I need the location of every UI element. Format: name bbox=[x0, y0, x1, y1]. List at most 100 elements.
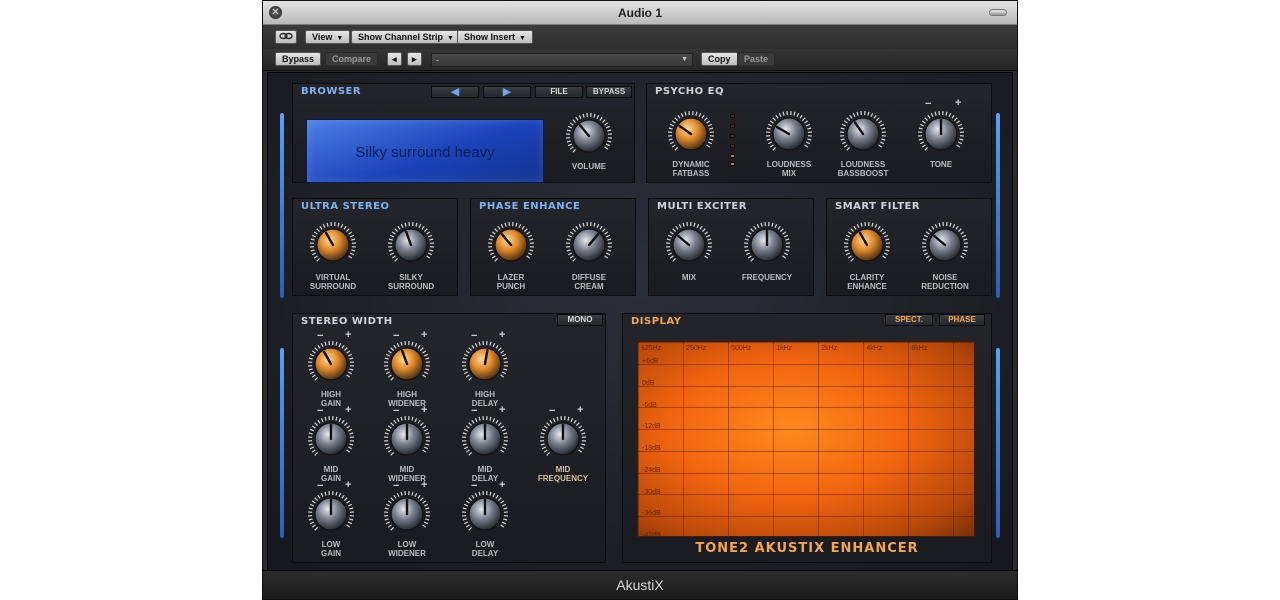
next-preset-button[interactable]: ▸ bbox=[407, 52, 422, 66]
left-upper-slider[interactable] bbox=[280, 113, 284, 298]
compare-button[interactable]: Compare bbox=[325, 52, 379, 66]
mid-gain-knob[interactable] bbox=[307, 415, 355, 463]
high-delay-knob[interactable] bbox=[461, 340, 509, 388]
right-upper-slider[interactable] bbox=[996, 113, 1000, 298]
dynamic-fatbass-knob[interactable] bbox=[667, 110, 715, 158]
dynamic-fatbass-label: DYNAMIC FATBASS bbox=[651, 160, 731, 178]
preset-select[interactable]: - ▼ bbox=[431, 53, 693, 67]
exciter-mix-knob[interactable] bbox=[665, 221, 713, 269]
high-gain-knob[interactable] bbox=[307, 340, 355, 388]
frequency-label: 2kHz bbox=[821, 345, 838, 352]
clarity-enhance-label-line2: ENHANCE bbox=[847, 282, 887, 291]
high-delay-label: HIGH DELAY bbox=[445, 390, 525, 408]
multi-exciter-title: MULTI EXCITER bbox=[657, 201, 747, 212]
spectrum-glow bbox=[638, 342, 974, 536]
grid-vline bbox=[863, 342, 865, 536]
frequency-label: 250Hz bbox=[686, 345, 707, 352]
fatbass-led bbox=[730, 114, 735, 118]
noise-reduction-knob[interactable] bbox=[921, 221, 969, 269]
mid-delay-label-line2: DELAY bbox=[471, 474, 499, 483]
plugin-interface: BROWSER ◀ ▶ FILE BYPASS Silky surround h… bbox=[267, 72, 1013, 571]
clarity-enhance-knob[interactable] bbox=[843, 221, 891, 269]
tone-knob[interactable] bbox=[917, 110, 965, 158]
loudness-bassboost-label: LOUDNESS BASSBOOST bbox=[823, 160, 903, 178]
view-menu[interactable]: View ▼ bbox=[305, 30, 351, 44]
lazer-punch-label: LAZER PUNCH bbox=[471, 273, 551, 291]
browser-panel: BROWSER ◀ ▶ FILE BYPASS Silky surround h… bbox=[292, 83, 635, 183]
virtual-surround-label-line2: SURROUND bbox=[309, 282, 357, 291]
dynamic-fatbass-label-line1: DYNAMIC bbox=[672, 160, 710, 169]
exciter-frequency-label: FREQUENCY bbox=[741, 273, 793, 282]
clarity-enhance-label-line1: CLARITY bbox=[849, 273, 885, 282]
toolbar-top: View ▼ Show Channel Strip ▼ Show Insert ▼ bbox=[263, 25, 1017, 49]
mid-frequency-knob[interactable] bbox=[539, 415, 587, 463]
low-delay-knob[interactable] bbox=[461, 490, 509, 538]
high-gain-label: HIGH GAIN bbox=[291, 390, 371, 408]
frequency-label: 1kHz bbox=[776, 345, 793, 352]
fatbass-led bbox=[730, 134, 735, 138]
loudness-mix-knob[interactable] bbox=[765, 110, 813, 158]
browser-back-button[interactable]: ◀ bbox=[431, 86, 479, 98]
left-lower-slider[interactable] bbox=[280, 348, 284, 538]
right-lower-slider[interactable] bbox=[996, 348, 1000, 538]
bypass-button[interactable]: Bypass bbox=[275, 52, 322, 66]
mid-delay-label-line1: MID bbox=[477, 465, 493, 474]
copy-button[interactable]: Copy bbox=[701, 52, 738, 66]
frequency-label: 8kHz bbox=[911, 345, 928, 352]
loudness-bassboost-knob[interactable] bbox=[839, 110, 887, 158]
virtual-surround-knob[interactable] bbox=[309, 221, 357, 269]
toolbar-toggle-button[interactable] bbox=[989, 9, 1007, 16]
stereo-width-title: STEREO WIDTH bbox=[301, 316, 393, 327]
link-icon[interactable] bbox=[275, 30, 297, 44]
mid-widener-knob[interactable] bbox=[383, 415, 431, 463]
volume-knob[interactable] bbox=[565, 112, 613, 160]
virtual-surround-label-line1: VIRTUAL bbox=[315, 273, 351, 282]
show-insert-menu[interactable]: Show Insert ▼ bbox=[457, 30, 533, 44]
grid-vline bbox=[773, 342, 775, 536]
spectrum-display[interactable]: 125Hz 250Hz 500Hz 1kHz 2kHz 4kHz 8kHz +6dB 0dB -6… bbox=[637, 341, 975, 537]
high-gain-label-line2: GAIN bbox=[321, 399, 341, 408]
grid-hline bbox=[638, 363, 974, 365]
high-widener-knob[interactable] bbox=[383, 340, 431, 388]
phase-button[interactable]: PHASE bbox=[939, 314, 985, 326]
plugin-name: AkustiX bbox=[616, 577, 664, 593]
silky-surround-label: SILKY SURROUND bbox=[371, 273, 451, 291]
mid-widener-label-line2: WIDENER bbox=[388, 474, 426, 483]
loudness-mix-label: LOUDNESS MIX bbox=[749, 160, 829, 178]
preset-display[interactable]: Silky surround heavy bbox=[306, 119, 544, 183]
silky-surround-knob[interactable] bbox=[387, 221, 435, 269]
mono-button[interactable]: MONO bbox=[557, 314, 603, 326]
phase-enhance-title: PHASE ENHANCE bbox=[479, 201, 581, 212]
view-label: View bbox=[312, 32, 333, 42]
show-channel-strip-menu[interactable]: Show Channel Strip ▼ bbox=[351, 30, 461, 44]
previous-preset-button[interactable]: ◂ bbox=[387, 52, 402, 66]
browser-bypass-button[interactable]: BYPASS bbox=[586, 86, 632, 98]
diffuse-cream-knob[interactable] bbox=[565, 221, 613, 269]
mid-gain-label-line2: GAIN bbox=[321, 474, 341, 483]
brand-logo: TONE2 AKUSTIX ENHANCER bbox=[695, 541, 919, 556]
spectrum-button[interactable]: SPECT. bbox=[885, 314, 933, 326]
low-gain-knob[interactable] bbox=[307, 490, 355, 538]
mid-gain-label-line1: MID bbox=[323, 465, 339, 474]
low-widener-knob[interactable] bbox=[383, 490, 431, 538]
loudness-bassboost-label-line2: BASSBOOST bbox=[837, 169, 889, 178]
loudness-bassboost-label-line1: LOUDNESS bbox=[840, 160, 886, 169]
low-gain-label-line2: GAIN bbox=[321, 549, 341, 558]
low-widener-label-line2: WIDENER bbox=[388, 549, 426, 558]
grid-hline bbox=[638, 472, 974, 474]
ultra-stereo-panel: ULTRA STEREO VIRTUAL SURROUND SILKY SURROU… bbox=[292, 198, 458, 296]
mid-frequency-label-line2: FREQUENCY bbox=[537, 474, 589, 483]
paste-button[interactable]: Paste bbox=[737, 52, 776, 66]
lazer-punch-knob[interactable] bbox=[487, 221, 535, 269]
loudness-mix-label-line2: MIX bbox=[781, 169, 797, 178]
mid-delay-knob[interactable] bbox=[461, 415, 509, 463]
browser-file-button[interactable]: FILE bbox=[535, 86, 583, 98]
db-label: -6dB bbox=[642, 401, 657, 409]
exciter-frequency-knob[interactable] bbox=[743, 221, 791, 269]
browser-forward-button[interactable]: ▶ bbox=[483, 86, 531, 98]
fatbass-led bbox=[730, 124, 735, 128]
psycho-eq-panel: PSYCHO EQ DYNAMIC FATBASS LOUDNESS MIX LOU… bbox=[646, 83, 992, 183]
grid-vline bbox=[953, 342, 955, 536]
silky-surround-label-line1: SILKY bbox=[399, 273, 423, 282]
tone-minus-sign: − bbox=[925, 98, 932, 110]
